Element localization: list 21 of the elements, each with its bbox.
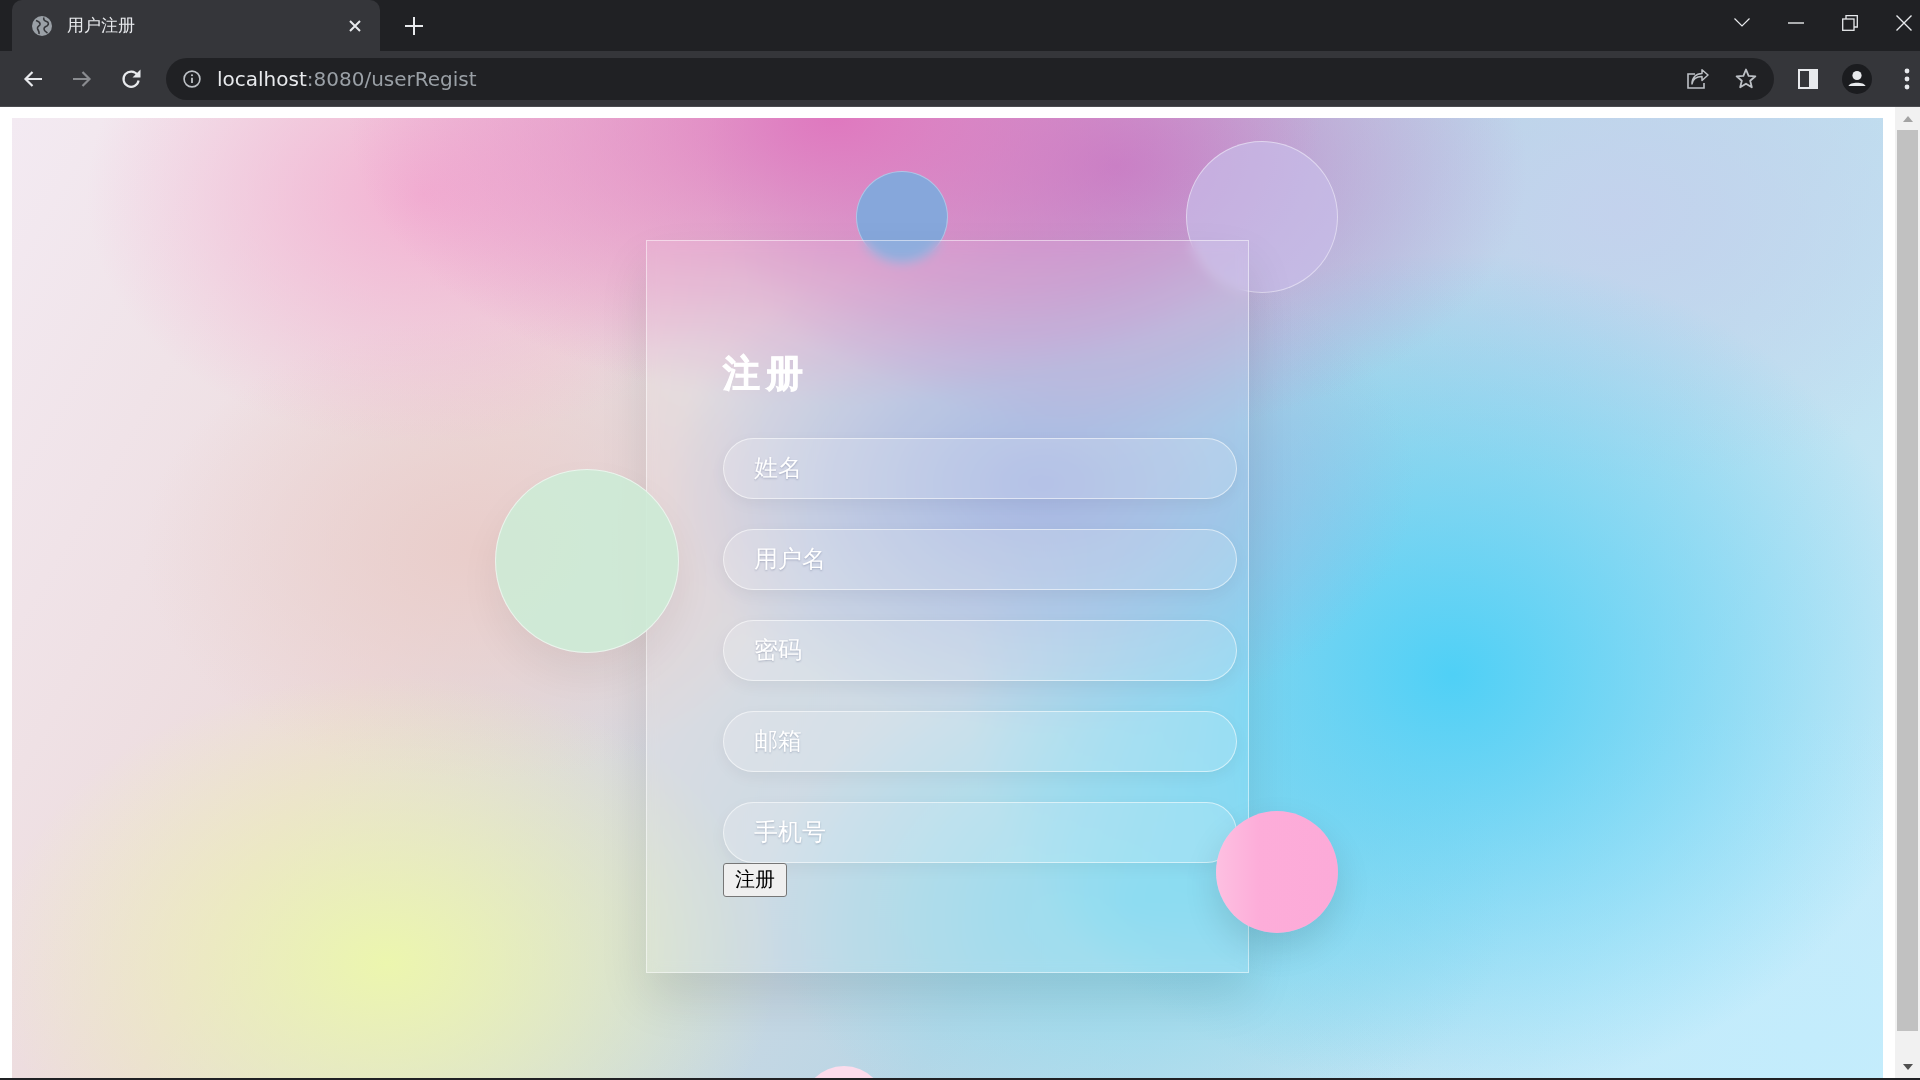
menu-icon[interactable] [1904,67,1910,90]
scroll-down-icon[interactable] [1902,1064,1913,1070]
browser-tab[interactable]: 用户注册 [12,0,380,51]
url-text: localhost:8080/userRegist [217,66,477,91]
minimize-icon[interactable] [1788,21,1804,24]
side-panel-icon[interactable] [1798,68,1818,89]
profile-icon[interactable] [1842,63,1872,94]
scrollbar-thumb[interactable] [1897,130,1918,1031]
restore-icon[interactable] [1842,14,1858,31]
reload-icon[interactable] [121,68,141,89]
globe-icon [32,15,52,36]
star-icon[interactable] [1735,68,1757,89]
back-arrow-icon[interactable] [23,68,43,89]
close-icon[interactable] [349,19,361,32]
submit-button[interactable]: 注册 [723,862,787,897]
address-bar[interactable]: localhost:8080/userRegist [166,57,1774,100]
info-icon[interactable] [183,69,201,88]
close-icon[interactable] [1896,14,1912,31]
share-icon[interactable] [1687,68,1709,89]
chevron-down-icon[interactable] [1734,18,1750,27]
plus-icon[interactable] [405,16,423,35]
